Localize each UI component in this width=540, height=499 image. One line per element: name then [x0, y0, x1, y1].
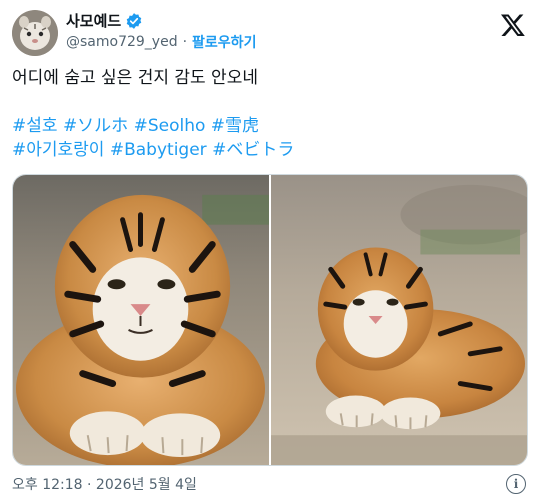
hashtag[interactable]: #아기호랑이: [12, 140, 104, 160]
avatar[interactable]: [12, 10, 58, 56]
info-icon[interactable]: i: [506, 474, 526, 494]
hashtag[interactable]: #Babytiger: [110, 140, 207, 160]
hashtag[interactable]: #ソルホ: [63, 116, 128, 136]
tiger-photo-1[interactable]: [13, 175, 269, 465]
hashtags-line-2: #아기호랑이 #Babytiger #ベビトラ: [12, 138, 528, 162]
hashtag[interactable]: #ベビトラ: [212, 140, 294, 160]
media-grid: [12, 174, 528, 466]
handle-row: @samo729_yed · 팔로우하기: [66, 32, 256, 52]
tiger-photo-2[interactable]: [271, 175, 527, 465]
hashtag[interactable]: #설호: [12, 116, 58, 136]
tweet-body-text: 어디에 숨고 싶은 건지 감도 안오네: [12, 68, 258, 88]
tweet-header: 사모예드 @samo729_yed · 팔로우하기: [12, 6, 528, 56]
name-row: 사모예드: [66, 10, 143, 31]
hashtag[interactable]: #Seolho: [134, 116, 206, 136]
user-handle[interactable]: @samo729_yed: [66, 34, 178, 50]
follow-button[interactable]: 팔로우하기: [192, 32, 256, 52]
x-logo-icon[interactable]: [500, 12, 526, 38]
hashtags-line-1: #설호 #ソルホ #Seolho #雪虎: [12, 114, 528, 138]
tweet-text: 어디에 숨고 싶은 건지 감도 안오네 #설호 #ソルホ #Seolho #雪虎…: [12, 66, 528, 162]
tweet-timestamp[interactable]: 오후 12:18 · 2026년 5월 4일: [12, 474, 197, 494]
verified-badge-icon: [125, 12, 143, 30]
display-name[interactable]: 사모예드: [66, 10, 121, 31]
hashtag[interactable]: #雪虎: [211, 116, 259, 136]
separator: ·: [182, 34, 188, 50]
